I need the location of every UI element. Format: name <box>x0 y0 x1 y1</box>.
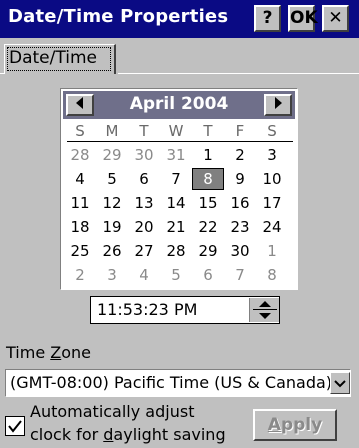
time-zone-select[interactable]: (GMT-08:00) Pacific Time (US & Canada) <box>5 369 351 397</box>
dropdown-button[interactable] <box>330 372 350 394</box>
calendar-day[interactable]: 27 <box>129 241 159 261</box>
calendar-day[interactable]: 7 <box>225 265 255 285</box>
calendar-day[interactable]: 14 <box>161 193 191 213</box>
calendar-day[interactable]: 2 <box>225 145 255 165</box>
calendar-day[interactable]: 1 <box>257 241 287 261</box>
tab-date-time[interactable]: Date/Time <box>4 44 116 74</box>
calendar-day[interactable]: 2 <box>65 265 95 285</box>
calendar-day[interactable]: 8 <box>257 265 287 285</box>
calendar-day[interactable]: 25 <box>65 241 95 261</box>
calendar-month-title[interactable]: April 2004 <box>103 94 255 114</box>
panel-border <box>0 73 5 74</box>
calendar-day[interactable]: 17 <box>257 193 287 213</box>
spin-down-icon[interactable] <box>259 313 271 319</box>
calendar-day[interactable]: 4 <box>129 265 159 285</box>
calendar-day[interactable]: 30 <box>225 241 255 261</box>
calendar-day[interactable]: 22 <box>193 217 223 237</box>
calendar-day[interactable]: 3 <box>257 145 287 165</box>
calendar-day[interactable]: 29 <box>97 145 127 165</box>
apply-button[interactable]: Apply <box>253 409 337 441</box>
calendar-day[interactable]: 10 <box>257 169 287 189</box>
time-zone-label: Time Zone <box>6 343 91 362</box>
help-button[interactable]: ? <box>254 5 281 32</box>
calendar-day[interactable]: 6 <box>193 265 223 285</box>
chevron-down-icon <box>334 380 346 388</box>
time-spinner[interactable] <box>249 298 279 322</box>
spinner-divider <box>253 309 277 310</box>
calendar-day[interactable]: 12 <box>97 193 127 213</box>
time-field[interactable]: 11:53:23 PM <box>90 296 280 324</box>
calendar-day[interactable]: 4 <box>65 169 95 189</box>
prev-month-button[interactable] <box>66 94 94 116</box>
calendar-day[interactable]: 8 <box>192 168 224 190</box>
calendar-day[interactable]: 21 <box>161 217 191 237</box>
weekday-label: T <box>139 122 149 140</box>
close-icon: ✕ <box>328 8 343 28</box>
calendar-day[interactable]: 29 <box>193 241 223 261</box>
calendar-day[interactable]: 3 <box>97 265 127 285</box>
arrow-left-icon <box>76 97 83 109</box>
calendar-day[interactable]: 9 <box>225 169 255 189</box>
ok-button[interactable]: OK <box>288 5 318 32</box>
panel-border <box>118 73 359 74</box>
weekday-label: S <box>75 122 85 140</box>
calendar-day[interactable]: 15 <box>193 193 223 213</box>
weekday-label: F <box>235 122 245 140</box>
next-month-button[interactable] <box>264 94 292 116</box>
calendar-day[interactable]: 11 <box>65 193 95 213</box>
window-title: Date/Time Properties <box>8 6 229 27</box>
close-button[interactable]: ✕ <box>322 5 349 32</box>
calendar-day[interactable]: 31 <box>161 145 191 165</box>
calendar-day[interactable]: 28 <box>161 241 191 261</box>
calendar-day[interactable]: 6 <box>129 169 159 189</box>
calendar-header: April 2004 <box>63 91 295 119</box>
month-calendar[interactable]: April 2004 S M T W T F S 28 29 30 31 1 2 3 4 5 6 7… <box>60 88 298 290</box>
calendar-day[interactable]: 1 <box>193 145 223 165</box>
calendar-day[interactable]: 30 <box>129 145 159 165</box>
weekday-label: W <box>168 122 184 140</box>
daylight-saving-label-line2[interactable]: clock for daylight saving <box>30 425 226 444</box>
weekday-label: M <box>105 122 119 140</box>
calendar-day[interactable]: 7 <box>161 169 191 189</box>
time-zone-value: (GMT-08:00) Pacific Time (US & Canada) <box>10 373 333 392</box>
time-value[interactable]: 11:53:23 PM <box>97 300 197 319</box>
weekday-divider <box>67 141 293 142</box>
tab-date-time-label: Date/Time <box>9 48 97 68</box>
calendar-day[interactable]: 13 <box>129 193 159 213</box>
spin-up-icon[interactable] <box>259 301 271 307</box>
weekday-label: S <box>267 122 277 140</box>
arrow-right-icon <box>275 97 282 109</box>
calendar-day[interactable]: 20 <box>129 217 159 237</box>
daylight-saving-checkbox[interactable] <box>5 416 25 436</box>
calendar-day[interactable]: 5 <box>161 265 191 285</box>
calendar-day[interactable]: 5 <box>97 169 127 189</box>
checkmark-icon <box>8 420 22 433</box>
weekday-label: T <box>203 122 213 140</box>
calendar-day[interactable]: 24 <box>257 217 287 237</box>
calendar-day[interactable]: 16 <box>225 193 255 213</box>
calendar-day[interactable]: 26 <box>97 241 127 261</box>
daylight-saving-label[interactable]: Automatically adjust <box>30 402 194 421</box>
calendar-day[interactable]: 19 <box>97 217 127 237</box>
calendar-day[interactable]: 28 <box>65 145 95 165</box>
weekday-header-row: S M T W T F S <box>65 122 293 142</box>
calendar-day[interactable]: 23 <box>225 217 255 237</box>
calendar-day[interactable]: 18 <box>65 217 95 237</box>
